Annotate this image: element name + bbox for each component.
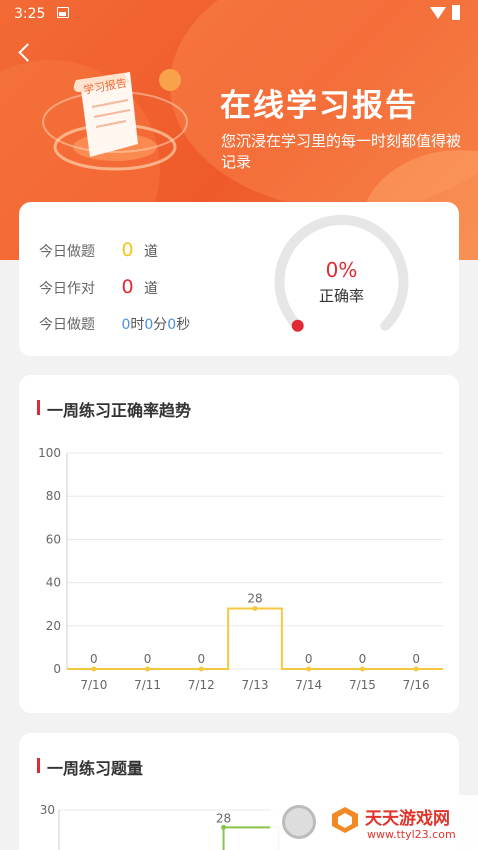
seconds-unit: 秒 xyxy=(176,317,191,333)
data-label: 0 xyxy=(305,652,313,666)
x-tick-label: 7/13 xyxy=(242,678,269,692)
data-point xyxy=(198,666,204,672)
accuracy-value: 0% xyxy=(325,258,358,282)
accuracy-trend-card: 一周练习正确率趋势 0 20 40 60 80 100 7/10 7/11 7/12 7/13 7/… xyxy=(19,375,459,713)
y-tick-label: 60 xyxy=(46,532,61,546)
page-title: 在线学习报告 xyxy=(220,88,418,124)
accuracy-label: 正确率 xyxy=(318,287,364,305)
x-tick-label: 7/16 xyxy=(403,678,430,692)
x-tick-label: 7/15 xyxy=(349,678,376,692)
data-label: 0 xyxy=(359,652,367,666)
watermark-circle-icon xyxy=(282,805,316,839)
data-label: 0 xyxy=(412,652,420,666)
data-label: 0 xyxy=(144,652,152,666)
stat-value: 0 xyxy=(121,276,134,298)
data-point xyxy=(145,666,151,672)
stat-study-time: 今日做题 0时0分0秒 xyxy=(39,314,190,338)
stat-value: 0 xyxy=(121,239,134,261)
minutes-value: 0 xyxy=(144,317,154,333)
stat-unit: 道 xyxy=(144,244,158,260)
stat-label: 今日做题 xyxy=(39,317,95,333)
series-line xyxy=(67,607,443,670)
data-point xyxy=(91,666,97,672)
data-label: 28 xyxy=(216,811,231,825)
stat-label: 今日作对 xyxy=(39,281,95,297)
y-tick-label: 0 xyxy=(53,662,61,676)
watermark-url: www.ttyl23.com xyxy=(367,828,456,841)
x-tick-label: 7/10 xyxy=(80,678,107,692)
wifi-icon xyxy=(430,7,446,19)
stat-questions-correct: 今日作对 0 道 xyxy=(39,276,158,300)
today-stats-card: 今日做题 0 道 今日作对 0 道 今日做题 0时0分0秒 0% 正确率 xyxy=(19,202,459,356)
back-button[interactable] xyxy=(10,38,40,68)
x-tick-label: 7/14 xyxy=(295,678,322,692)
status-bar: 3:25 xyxy=(0,0,478,28)
stat-questions-done: 今日做题 0 道 xyxy=(39,239,158,263)
watermark-name: 天天游戏网 xyxy=(365,809,450,829)
y-tick-label: 80 xyxy=(46,489,61,503)
image-notification-icon xyxy=(57,7,69,18)
battery-icon xyxy=(452,5,460,20)
data-label: 0 xyxy=(197,652,205,666)
y-tick-label: 30 xyxy=(40,803,55,817)
data-label: 28 xyxy=(247,592,262,606)
data-point xyxy=(413,666,419,672)
y-tick-label: 100 xyxy=(38,446,61,460)
stat-label: 今日做题 xyxy=(39,244,95,260)
watermark: 天天游戏网 www.ttyl23.com xyxy=(270,795,478,850)
seconds-value: 0 xyxy=(167,317,177,333)
data-point xyxy=(252,606,258,612)
data-label: 0 xyxy=(90,652,98,666)
hours-unit: 时 xyxy=(130,317,145,333)
stat-unit: 道 xyxy=(144,281,158,297)
page-subtitle: 您沉浸在学习里的每一时刻都值得被记录 xyxy=(221,132,462,171)
x-tick-label: 7/12 xyxy=(188,678,215,692)
data-point xyxy=(306,666,312,672)
y-tick-label: 40 xyxy=(46,576,61,590)
accuracy-trend-chart: 0 20 40 60 80 100 7/10 7/11 7/12 7/13 7/14 7/15 7/16… xyxy=(38,446,443,692)
data-point xyxy=(359,666,365,672)
x-tick-label: 7/11 xyxy=(134,678,161,692)
status-time: 3:25 xyxy=(14,6,46,22)
time-value: 0时0分0秒 xyxy=(121,317,190,333)
gauge-indicator xyxy=(291,319,304,332)
watermark-logo-icon xyxy=(332,807,358,833)
data-point xyxy=(221,824,227,830)
report-illustration: 学习报告 xyxy=(42,69,188,171)
minutes-unit: 分 xyxy=(153,317,168,333)
y-tick-label: 20 xyxy=(46,619,61,633)
